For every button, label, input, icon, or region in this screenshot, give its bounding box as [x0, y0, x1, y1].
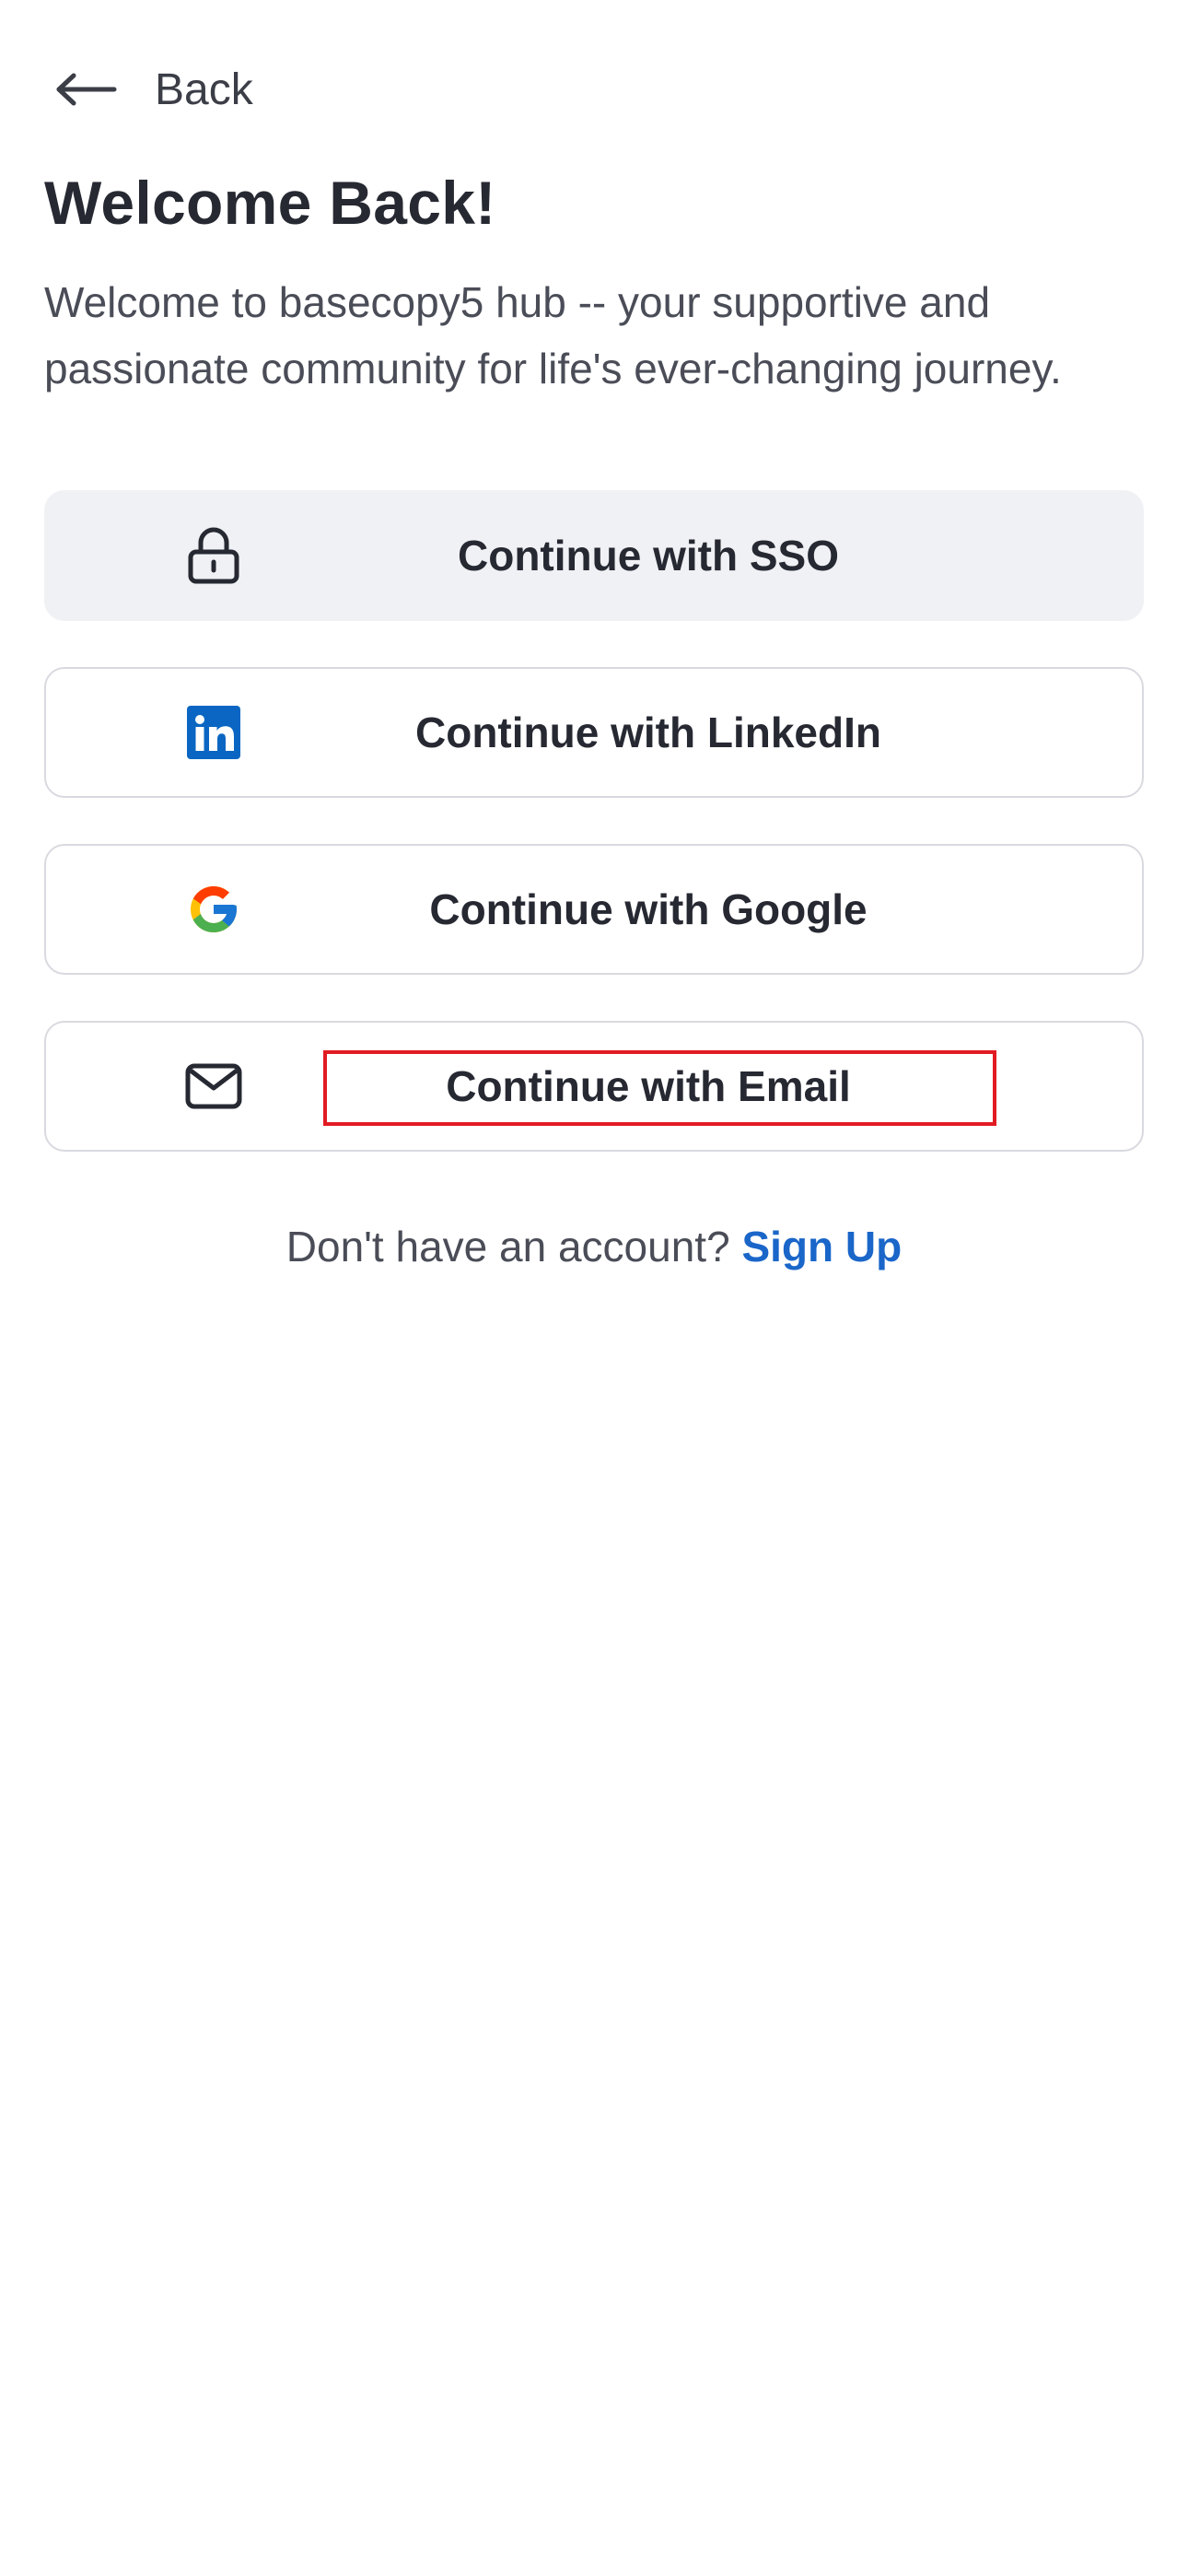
signup-prompt: Don't have an account? — [285, 1223, 730, 1270]
linkedin-button-label: Continue with LinkedIn — [415, 708, 881, 756]
sso-button-label: Continue with SSO — [458, 532, 839, 580]
continue-with-google-button[interactable]: Continue with Google — [44, 844, 1144, 975]
continue-with-email-button[interactable]: Continue with Email — [44, 1021, 1144, 1152]
back-label: Back — [155, 64, 253, 114]
page-subtitle: Welcome to basecopy5 hub -- your support… — [44, 278, 1062, 392]
page-title: Welcome Back! — [44, 169, 496, 237]
continue-with-linkedin-button[interactable]: Continue with LinkedIn — [44, 667, 1144, 798]
email-button-label: Continue with Email — [446, 1062, 851, 1110]
sign-up-link[interactable]: Sign Up — [741, 1223, 902, 1270]
signup-row: Don't have an account? Sign Up — [0, 1222, 1188, 1271]
back-button[interactable]: Back — [53, 53, 253, 125]
google-button-label: Continue with Google — [429, 885, 868, 933]
arrow-left-icon — [56, 73, 117, 106]
continue-with-sso-button[interactable]: Continue with SSO — [44, 490, 1144, 621]
